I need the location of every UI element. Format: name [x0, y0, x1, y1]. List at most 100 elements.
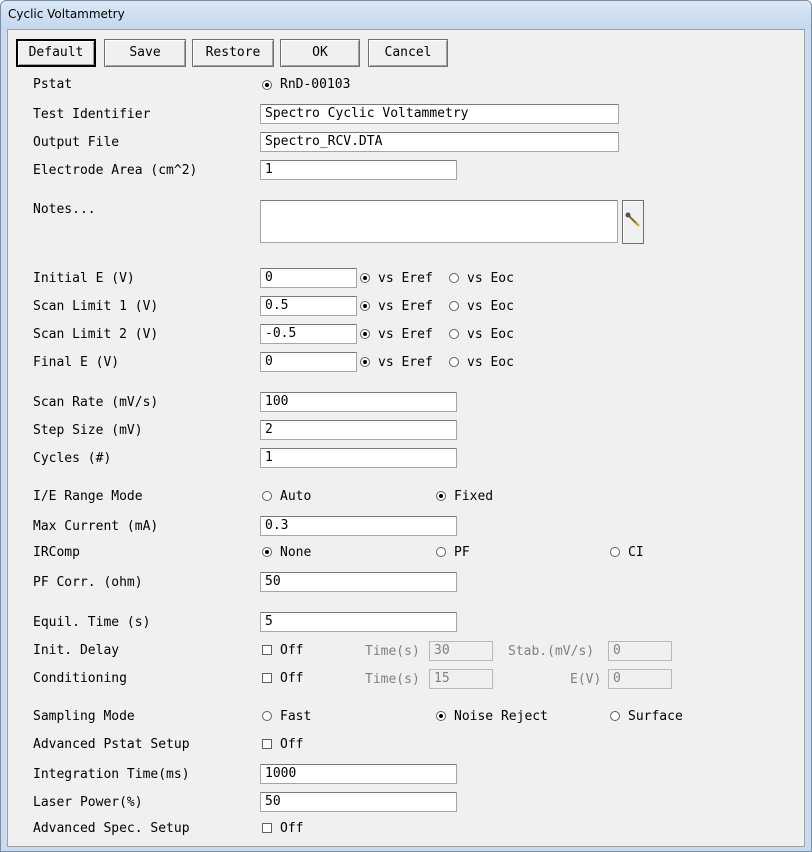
ie-range-fixed-radio[interactable]	[436, 491, 446, 501]
scan-limit-1-vs-eref-radio[interactable]	[360, 301, 370, 311]
scan-limit-2-label: Scan Limit 2 (V)	[33, 327, 159, 342]
pen-icon	[625, 212, 640, 227]
init-delay-time-label: Time(s)	[365, 644, 420, 659]
advanced-pstat-off-label: Off	[280, 737, 304, 752]
dialog-client-area: Default Save Restore OK Cancel Pstat RnD…	[7, 29, 805, 847]
test-identifier-label: Test Identifier	[33, 107, 151, 122]
equil-time-label: Equil. Time (s)	[33, 615, 151, 630]
window-title: Cyclic Voltammetry	[8, 7, 125, 21]
init-delay-stab-input[interactable]: 0	[608, 641, 672, 661]
sampling-fast-label: Fast	[280, 709, 312, 724]
cycles-label: Cycles (#)	[33, 451, 112, 466]
final-e-label: Final E (V)	[33, 355, 120, 370]
notes-edit-button[interactable]	[622, 200, 644, 244]
initial-e-vs-eoc-radio[interactable]	[449, 273, 459, 283]
scan-limit-1-vs-eoc-label: vs Eoc	[467, 299, 514, 314]
init-delay-checkbox[interactable]	[262, 645, 272, 655]
default-button[interactable]: Default	[16, 39, 96, 67]
ok-button[interactable]: OK	[280, 39, 360, 67]
initial-e-vs-eoc-label: vs Eoc	[467, 271, 514, 286]
scan-limit-2-vs-eref-radio[interactable]	[360, 329, 370, 339]
ie-range-auto-radio[interactable]	[262, 491, 272, 501]
scan-limit-1-vs-eoc-radio[interactable]	[449, 301, 459, 311]
sampling-fast-radio[interactable]	[262, 711, 272, 721]
cycles-input[interactable]: 1	[260, 448, 457, 468]
advanced-spec-off-label: Off	[280, 821, 304, 836]
conditioning-label: Conditioning	[33, 671, 127, 686]
initial-e-vs-eref-label: vs Eref	[378, 271, 433, 286]
ircomp-pf-label: PF	[454, 545, 470, 560]
ircomp-ci-label: CI	[628, 545, 644, 560]
step-size-label: Step Size (mV)	[33, 423, 143, 438]
conditioning-off-label: Off	[280, 671, 304, 686]
output-file-input[interactable]: Spectro_RCV.DTA	[260, 132, 619, 152]
equil-time-input[interactable]: 5	[260, 612, 457, 632]
advanced-pstat-label: Advanced Pstat Setup	[33, 737, 190, 752]
sampling-surface-radio[interactable]	[610, 711, 620, 721]
save-button[interactable]: Save	[104, 39, 186, 67]
initial-e-vs-eref-radio[interactable]	[360, 273, 370, 283]
init-delay-stab-label: Stab.(mV/s)	[508, 644, 595, 659]
init-delay-off-label: Off	[280, 643, 304, 658]
electrode-area-input[interactable]: 1	[260, 160, 457, 180]
step-size-input[interactable]: 2	[260, 420, 457, 440]
scan-limit-2-vs-eoc-label: vs Eoc	[467, 327, 514, 342]
notes-label: Notes...	[33, 202, 96, 217]
ie-range-auto-label: Auto	[280, 489, 312, 504]
advanced-spec-checkbox[interactable]	[262, 823, 272, 833]
sampling-surface-label: Surface	[628, 709, 683, 724]
scan-limit-1-input[interactable]: 0.5	[260, 296, 357, 316]
scan-limit-2-vs-eoc-radio[interactable]	[449, 329, 459, 339]
init-delay-time-input[interactable]: 30	[429, 641, 493, 661]
final-e-vs-eoc-label: vs Eoc	[467, 355, 514, 370]
scan-limit-1-label: Scan Limit 1 (V)	[33, 299, 159, 314]
laser-power-label: Laser Power(%)	[33, 795, 143, 810]
max-current-input[interactable]: 0.3	[260, 516, 457, 536]
max-current-label: Max Current (mA)	[33, 519, 159, 534]
final-e-vs-eoc-radio[interactable]	[449, 357, 459, 367]
scan-rate-input[interactable]: 100	[260, 392, 457, 412]
conditioning-e-label: E(V)	[570, 672, 602, 687]
restore-button[interactable]: Restore	[192, 39, 274, 67]
sampling-noise-reject-radio[interactable]	[436, 711, 446, 721]
ircomp-label: IRComp	[33, 545, 80, 560]
output-file-label: Output File	[33, 135, 120, 150]
final-e-vs-eref-label: vs Eref	[378, 355, 433, 370]
scan-limit-1-vs-eref-label: vs Eref	[378, 299, 433, 314]
ircomp-pf-radio[interactable]	[436, 547, 446, 557]
pf-corr-input[interactable]: 50	[260, 572, 457, 592]
final-e-vs-eref-radio[interactable]	[360, 357, 370, 367]
ie-range-fixed-label: Fixed	[454, 489, 494, 504]
conditioning-e-input[interactable]: 0	[608, 669, 672, 689]
init-delay-label: Init. Delay	[33, 643, 120, 658]
test-identifier-input[interactable]: Spectro Cyclic Voltammetry	[260, 104, 619, 124]
initial-e-label: Initial E (V)	[33, 271, 135, 286]
conditioning-time-input[interactable]: 15	[429, 669, 493, 689]
pstat-value: RnD-00103	[280, 77, 351, 92]
conditioning-time-label: Time(s)	[365, 672, 420, 687]
ircomp-ci-radio[interactable]	[610, 547, 620, 557]
scan-limit-2-input[interactable]: -0.5	[260, 324, 357, 344]
notes-textarea[interactable]	[260, 200, 618, 243]
pstat-radio[interactable]	[262, 80, 272, 90]
pf-corr-label: PF Corr. (ohm)	[33, 575, 143, 590]
laser-power-input[interactable]: 50	[260, 792, 457, 812]
ie-range-mode-label: I/E Range Mode	[33, 489, 143, 504]
scan-rate-label: Scan Rate (mV/s)	[33, 395, 159, 410]
title-bar[interactable]: Cyclic Voltammetry	[1, 1, 811, 29]
ircomp-none-label: None	[280, 545, 312, 560]
sampling-noise-reject-label: Noise Reject	[454, 709, 548, 724]
ircomp-none-radio[interactable]	[262, 547, 272, 557]
conditioning-checkbox[interactable]	[262, 673, 272, 683]
sampling-mode-label: Sampling Mode	[33, 709, 135, 724]
final-e-input[interactable]: 0	[260, 352, 357, 372]
cancel-button[interactable]: Cancel	[368, 39, 448, 67]
integration-time-input[interactable]: 1000	[260, 764, 457, 784]
electrode-area-label: Electrode Area (cm^2)	[33, 163, 198, 178]
initial-e-input[interactable]: 0	[260, 268, 357, 288]
advanced-pstat-checkbox[interactable]	[262, 739, 272, 749]
pstat-label: Pstat	[33, 77, 73, 92]
integration-time-label: Integration Time(ms)	[33, 767, 190, 782]
dialog-window: Cyclic Voltammetry Default Save Restore …	[0, 0, 812, 852]
advanced-spec-label: Advanced Spec. Setup	[33, 821, 190, 836]
